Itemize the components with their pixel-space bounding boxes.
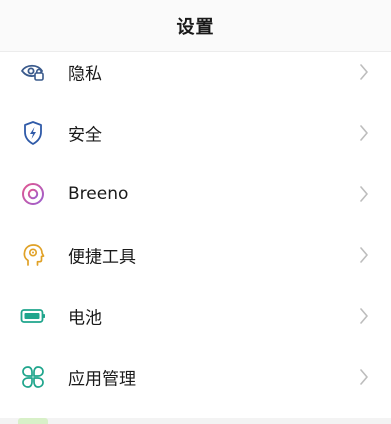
settings-item-label: 便捷工具 <box>68 247 136 267</box>
settings-item-security[interactable]: 安全 <box>0 102 391 163</box>
settings-item-label: 应用管理 <box>68 369 136 389</box>
next-item-icon <box>18 418 48 424</box>
settings-item-convenience-tools[interactable]: 便捷工具 <box>0 224 391 285</box>
shield-bolt-icon <box>20 120 46 146</box>
settings-item-label: 电池 <box>68 308 102 328</box>
settings-screen: 设置 隐私 <box>0 0 391 424</box>
settings-list: 隐私 安全 Breeno 便捷工具 电池 应用管理 <box>0 41 391 407</box>
chevron-right-icon <box>360 246 368 263</box>
chevron-right-icon <box>360 185 368 202</box>
battery-icon <box>20 303 46 329</box>
settings-item-battery[interactable]: 电池 <box>0 285 391 346</box>
chevron-right-icon <box>360 124 368 141</box>
chevron-right-icon <box>360 368 368 385</box>
privacy-eye-lock-icon <box>20 59 46 85</box>
settings-item-label: Breeno <box>68 183 129 204</box>
settings-item-label: 隐私 <box>68 64 102 84</box>
chevron-right-icon <box>360 63 368 80</box>
breeno-ring-icon <box>20 181 46 207</box>
chevron-right-icon <box>360 307 368 324</box>
settings-item-app-management[interactable]: 应用管理 <box>0 346 391 407</box>
page-title: 设置 <box>176 16 215 38</box>
next-item-peek <box>0 418 391 424</box>
settings-item-breeno[interactable]: Breeno <box>0 163 391 224</box>
app-grid-icon <box>20 364 46 390</box>
settings-item-label: 安全 <box>68 125 102 145</box>
top-bar-overlay: 设置 <box>0 0 391 52</box>
head-gear-icon <box>20 242 46 268</box>
